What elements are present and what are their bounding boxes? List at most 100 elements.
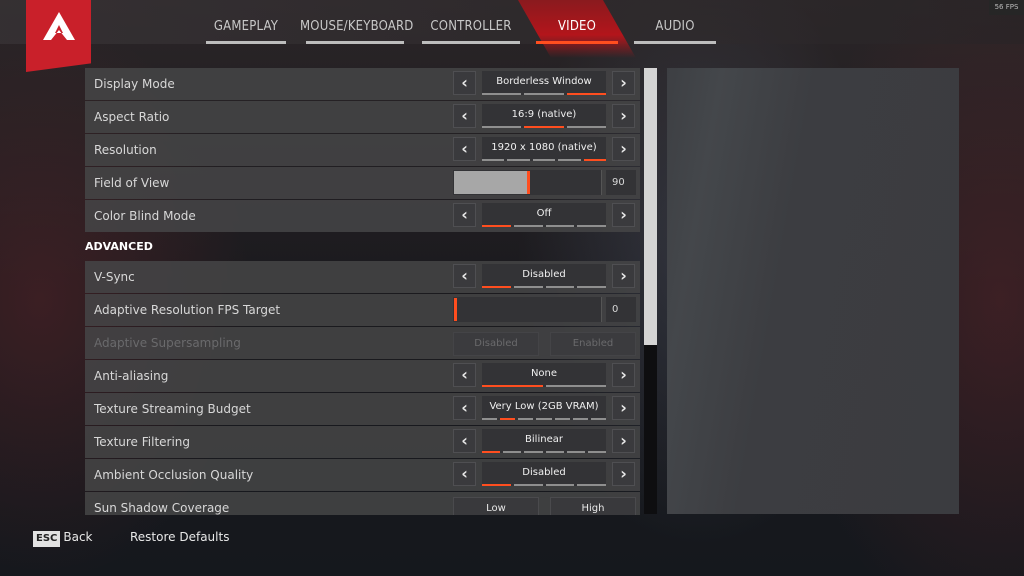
chevron-left-icon: ‹ bbox=[461, 73, 468, 92]
setting-texture-filtering: Texture Filtering ‹ Bilinear › bbox=[85, 426, 640, 458]
restore-defaults-button[interactable]: Restore Defaults bbox=[130, 528, 229, 546]
setting-resolution: Resolution ‹ 1920 x 1080 (native) › bbox=[85, 134, 640, 166]
chevron-left-icon: ‹ bbox=[461, 431, 468, 450]
back-button[interactable]: ESC Back bbox=[33, 528, 93, 547]
chevron-right-icon: › bbox=[620, 266, 627, 285]
option-indicator bbox=[482, 385, 606, 387]
tab-audio-label: AUDIO bbox=[655, 19, 695, 34]
apex-logo bbox=[26, 0, 91, 72]
option-pip bbox=[590, 418, 606, 420]
chevron-left-icon: ‹ bbox=[461, 205, 468, 224]
next-option-button[interactable]: › bbox=[612, 71, 635, 95]
option-pip bbox=[566, 451, 585, 453]
setting-adaptive-supersampling: Adaptive Supersampling Disabled Enabled bbox=[85, 327, 640, 359]
option-value: Disabled bbox=[482, 462, 606, 486]
next-option-button[interactable]: › bbox=[612, 203, 635, 227]
option-pip bbox=[566, 126, 606, 128]
slider-handle[interactable] bbox=[454, 298, 457, 321]
prev-option-button[interactable]: ‹ bbox=[453, 363, 476, 387]
tab-mouse-keyboard-label: MOUSE/KEYBOARD bbox=[300, 19, 414, 34]
option-pip bbox=[558, 159, 581, 161]
esc-key-icon: ESC bbox=[33, 531, 61, 547]
option-pip-selected bbox=[583, 159, 607, 161]
chevron-right-icon: › bbox=[620, 139, 627, 158]
prev-option-button[interactable]: ‹ bbox=[453, 264, 476, 288]
option-indicator bbox=[482, 93, 606, 95]
apex-logo-icon bbox=[43, 12, 75, 40]
tab-controller-label: CONTROLLER bbox=[430, 19, 512, 34]
supersampling-disabled-option: Disabled bbox=[453, 332, 539, 356]
option-indicator bbox=[482, 286, 606, 288]
supersampling-enabled-option: Enabled bbox=[550, 332, 636, 356]
option-value: Off bbox=[482, 203, 606, 227]
chevron-left-icon: ‹ bbox=[461, 106, 468, 125]
next-option-button[interactable]: › bbox=[612, 264, 635, 288]
next-option-button[interactable]: › bbox=[612, 429, 635, 453]
option-pip bbox=[513, 286, 543, 288]
prev-option-button[interactable]: ‹ bbox=[453, 137, 476, 161]
setting-vsync: V-Sync ‹ Disabled › bbox=[85, 261, 640, 293]
option-pip bbox=[577, 225, 606, 227]
setting-label: Resolution bbox=[94, 143, 157, 157]
tab-underline bbox=[306, 41, 404, 44]
option-indicator bbox=[482, 225, 606, 227]
option-pip bbox=[482, 159, 505, 161]
setting-texture-streaming-budget: Texture Streaming Budget ‹ Very Low (2GB… bbox=[85, 393, 640, 425]
adaptive-fps-slider[interactable] bbox=[453, 297, 602, 322]
chevron-left-icon: ‹ bbox=[461, 398, 468, 417]
next-option-button[interactable]: › bbox=[612, 104, 635, 128]
tab-underline bbox=[634, 41, 716, 44]
option-value: None bbox=[482, 363, 606, 387]
setting-label: Adaptive Resolution FPS Target bbox=[94, 303, 281, 317]
chevron-left-icon: ‹ bbox=[461, 365, 468, 384]
option-pip bbox=[577, 286, 606, 288]
option-pip bbox=[572, 418, 588, 420]
setting-field-of-view: Field of View 90 bbox=[85, 167, 640, 199]
sun-shadow-low-option[interactable]: Low bbox=[453, 497, 539, 515]
setting-anti-aliasing: Anti-aliasing ‹ None › bbox=[85, 360, 640, 392]
chevron-right-icon: › bbox=[620, 73, 627, 92]
tab-underline bbox=[422, 41, 520, 44]
tab-audio[interactable]: AUDIO bbox=[628, 0, 722, 44]
slider-handle[interactable] bbox=[527, 171, 530, 194]
tab-video[interactable]: VIDEO bbox=[518, 0, 636, 58]
option-pip bbox=[482, 418, 498, 420]
chevron-left-icon: ‹ bbox=[461, 139, 468, 158]
prev-option-button[interactable]: ‹ bbox=[453, 71, 476, 95]
chevron-right-icon: › bbox=[620, 106, 627, 125]
setting-label: Aspect Ratio bbox=[94, 110, 170, 124]
setting-label: Adaptive Supersampling bbox=[94, 336, 241, 350]
tab-controller[interactable]: CONTROLLER bbox=[416, 0, 526, 44]
option-pip bbox=[545, 286, 575, 288]
next-option-button[interactable]: › bbox=[612, 137, 635, 161]
option-value: Borderless Window bbox=[482, 71, 606, 95]
next-option-button[interactable]: › bbox=[612, 396, 635, 420]
option-value: Very Low (2GB VRAM) bbox=[482, 396, 606, 420]
option-pip bbox=[482, 126, 522, 128]
option-pip bbox=[545, 385, 606, 387]
scrollbar-thumb[interactable] bbox=[644, 68, 657, 345]
prev-option-button[interactable]: ‹ bbox=[453, 429, 476, 453]
video-settings-list: Display Mode ‹ Borderless Window › Aspec… bbox=[85, 68, 640, 515]
fov-slider[interactable] bbox=[453, 170, 602, 195]
settings-scrollbar[interactable] bbox=[644, 68, 657, 514]
setting-label: Display Mode bbox=[94, 77, 175, 91]
tab-gameplay[interactable]: GAMEPLAY bbox=[200, 0, 292, 44]
option-pip bbox=[536, 418, 552, 420]
option-value: Bilinear bbox=[482, 429, 606, 453]
prev-option-button[interactable]: ‹ bbox=[453, 203, 476, 227]
next-option-button[interactable]: › bbox=[612, 462, 635, 486]
option-value: Disabled bbox=[482, 264, 606, 288]
prev-option-button[interactable]: ‹ bbox=[453, 462, 476, 486]
prev-option-button[interactable]: ‹ bbox=[453, 104, 476, 128]
prev-option-button[interactable]: ‹ bbox=[453, 396, 476, 420]
option-value: 1920 x 1080 (native) bbox=[482, 137, 606, 161]
fov-value: 90 bbox=[606, 170, 636, 195]
setting-color-blind-mode: Color Blind Mode ‹ Off › bbox=[85, 200, 640, 232]
tab-video-label: VIDEO bbox=[557, 19, 597, 34]
sun-shadow-high-option[interactable]: High bbox=[550, 497, 636, 515]
next-option-button[interactable]: › bbox=[612, 363, 635, 387]
adaptive-fps-value: 0 bbox=[606, 297, 636, 322]
tab-mouse-keyboard[interactable]: MOUSE/KEYBOARD bbox=[300, 0, 413, 44]
option-pip-selected bbox=[566, 93, 606, 95]
